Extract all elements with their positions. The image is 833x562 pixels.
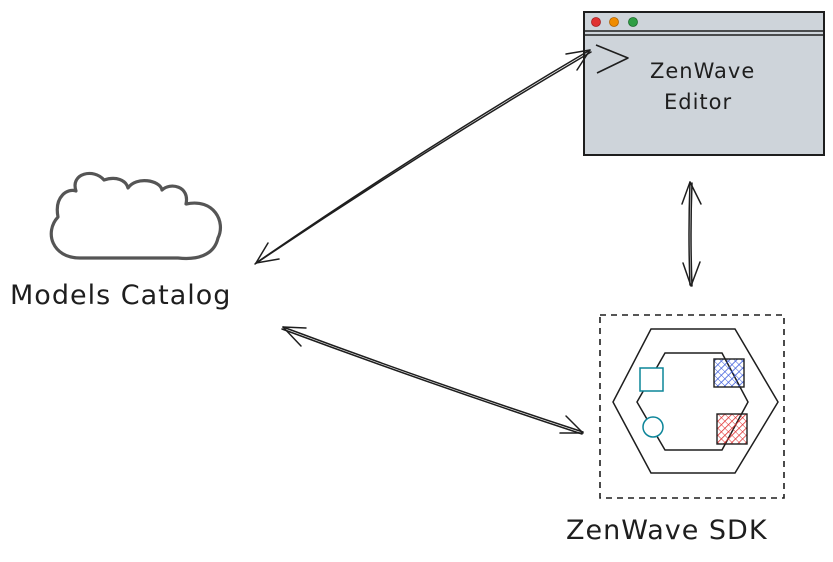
port-square-icon bbox=[639, 367, 664, 392]
editor-window-icon bbox=[583, 11, 825, 156]
adapter-blue-icon bbox=[713, 358, 745, 388]
architecture-diagram: Models Catalog ZenWave Editor ZenWave SD… bbox=[10, 11, 825, 546]
editor-label-line2: Editor bbox=[664, 90, 732, 114]
sdk-label: ZenWave SDK bbox=[566, 515, 768, 546]
edge-catalog-sdk bbox=[281, 326, 584, 435]
editor-label-line1: ZenWave bbox=[650, 59, 755, 83]
window-close-dot-icon bbox=[591, 17, 601, 27]
adapter-red-icon bbox=[716, 413, 748, 445]
window-minimize-dot-icon bbox=[609, 17, 619, 27]
cloud-icon bbox=[49, 171, 223, 261]
edge-catalog-editor bbox=[254, 49, 592, 265]
edge-editor-sdk bbox=[681, 181, 702, 287]
hexagonal-architecture-icon bbox=[599, 314, 785, 499]
port-circle-icon bbox=[642, 416, 664, 438]
window-maximize-dot-icon bbox=[628, 17, 638, 27]
catalog-label: Models Catalog bbox=[10, 280, 231, 311]
